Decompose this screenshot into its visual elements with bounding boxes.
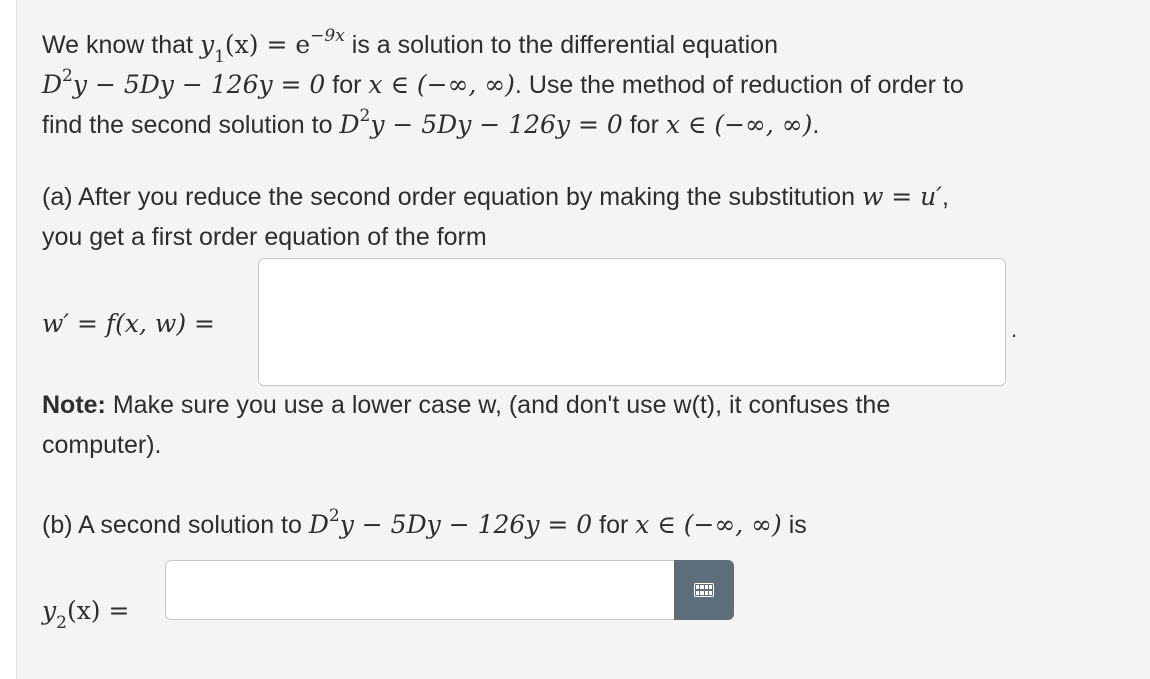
intro-line-1: We know that y1(x) = e−9x is a solution …: [42, 25, 778, 67]
part-a-lhs: w′ = f(x, w) =: [42, 309, 215, 338]
note-label: Note:: [42, 391, 106, 419]
math-domain: x ∈ (−∞, ∞): [665, 110, 813, 139]
intro-text: find the second solution to: [42, 111, 340, 139]
intro-text: We know that: [42, 31, 200, 59]
part-a-line-2: you get a first order equation of the fo…: [42, 223, 487, 251]
part-b-lhs: y2(x) =: [42, 596, 130, 633]
part-b-line: (b) A second solution to D2y − 5Dy − 126…: [42, 505, 807, 540]
math-domain: x ∈ (−∞, ∞): [635, 510, 782, 539]
math-ode: D2y − 5Dy − 126y = 0: [339, 105, 623, 139]
math-y1: y1(x) = e−9x: [199, 25, 345, 67]
math-domain: x ∈ (−∞, ∞): [368, 70, 515, 99]
part-b-text: for: [592, 511, 636, 539]
keypad-icon: [694, 583, 714, 597]
note-line-1: Note: Make sure you use a lower case w, …: [42, 390, 890, 420]
intro-text: . Use the method of reduction of order t…: [514, 71, 964, 99]
intro-text: for: [622, 111, 666, 139]
math-ode: D2y − 5Dy − 126y = 0: [308, 505, 593, 539]
answer-input-b[interactable]: [165, 560, 677, 620]
intro-text: .: [812, 111, 820, 139]
part-a-text: (a) After you reduce the second order eq…: [42, 183, 862, 211]
intro-line-2: D2y − 5Dy − 126y = 0 for x ∈ (−∞, ∞). Us…: [42, 65, 964, 100]
intro-line-3: find the second solution to D2y − 5Dy − …: [42, 105, 820, 140]
intro-text: for: [325, 71, 369, 99]
keypad-button[interactable]: [674, 560, 734, 620]
note-line-2: computer).: [42, 431, 162, 459]
part-a-period: .: [1011, 317, 1018, 342]
math-substitution: w = u′: [861, 182, 942, 211]
math-ode: D2y − 5Dy − 126y = 0: [42, 65, 326, 99]
part-a-comma: ,: [941, 183, 949, 211]
part-a-line-1: (a) After you reduce the second order eq…: [42, 182, 949, 212]
intro-text: is a solution to the differential equati…: [344, 31, 778, 59]
note-text: Make sure you use a lower case w, (and d…: [105, 391, 891, 419]
part-b-text: (b) A second solution to: [42, 511, 309, 539]
part-b-text: is: [781, 511, 807, 539]
answer-input-a[interactable]: [258, 258, 1006, 386]
